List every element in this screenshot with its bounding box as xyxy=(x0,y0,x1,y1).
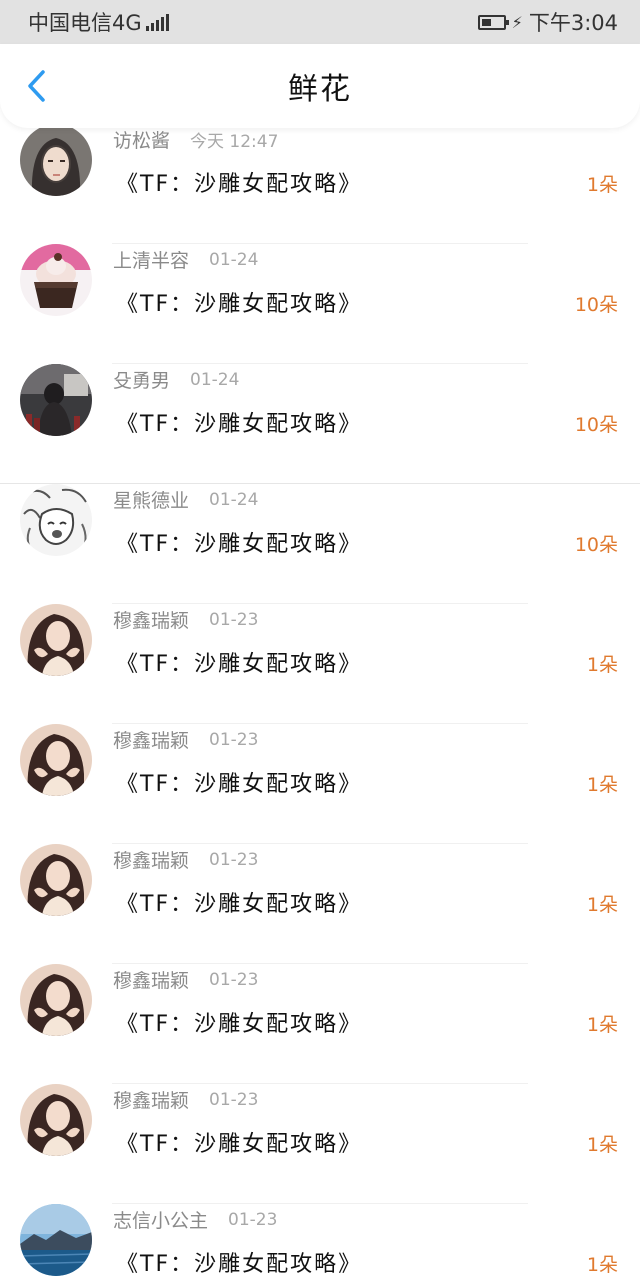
send-time: 01-24 xyxy=(209,249,259,270)
sender-info: 上清半容 01-24 xyxy=(113,246,258,273)
sender-name[interactable]: 星熊德业 xyxy=(113,486,189,513)
list-item[interactable]: 志信小公主 01-23 《TF：沙雕女配攻略》 1朵 xyxy=(0,1204,640,1280)
flower-count: 1朵 xyxy=(586,174,618,196)
book-title[interactable]: 《TF：沙雕女配攻略》 xyxy=(116,166,362,198)
avatar[interactable] xyxy=(20,724,92,796)
list-item[interactable]: 上清半容 01-24 《TF：沙雕女配攻略》 10朵 xyxy=(0,244,640,364)
sender-info: 穆鑫瑞颖 01-23 xyxy=(113,1086,258,1113)
list-item[interactable]: 穆鑫瑞颖 01-23 《TF：沙雕女配攻略》 1朵 xyxy=(0,724,640,844)
sender-name[interactable]: 访松酱 xyxy=(113,126,170,153)
send-time: 今天 12:47 xyxy=(190,132,279,152)
sender-name[interactable]: 穆鑫瑞颖 xyxy=(113,1086,189,1113)
send-time: 01-23 xyxy=(209,849,259,870)
book-title[interactable]: 《TF：沙雕女配攻略》 xyxy=(116,1246,362,1278)
avatar[interactable] xyxy=(20,844,92,916)
book-title[interactable]: 《TF：沙雕女配攻略》 xyxy=(116,766,362,798)
book-title[interactable]: 《TF：沙雕女配攻略》 xyxy=(116,646,362,678)
book-title[interactable]: 《TF：沙雕女配攻略》 xyxy=(116,886,362,918)
carrier-info: 中国电信4G xyxy=(28,7,169,37)
carrier-label: 中国电信4G xyxy=(28,11,142,35)
list-item[interactable]: 穆鑫瑞颖 01-23 《TF：沙雕女配攻略》 1朵 xyxy=(0,1084,640,1204)
avatar[interactable] xyxy=(20,1084,92,1156)
sender-info: 星熊德业 01-24 xyxy=(113,486,258,513)
nav-bar: 鲜花 xyxy=(0,44,640,128)
sender-info: 访松酱 今天 12:47 xyxy=(113,126,278,153)
list-item[interactable]: 穆鑫瑞颖 01-23 《TF：沙雕女配攻略》 1朵 xyxy=(0,844,640,964)
status-time: 下午3:04 xyxy=(528,11,618,35)
book-title[interactable]: 《TF：沙雕女配攻略》 xyxy=(116,1126,362,1158)
book-title[interactable]: 《TF：沙雕女配攻略》 xyxy=(116,526,362,558)
avatar[interactable] xyxy=(20,124,92,196)
flower-count: 1朵 xyxy=(586,894,618,916)
send-time: 01-24 xyxy=(190,369,240,390)
book-title[interactable]: 《TF：沙雕女配攻略》 xyxy=(116,406,362,438)
avatar[interactable] xyxy=(20,964,92,1036)
avatar[interactable] xyxy=(20,244,92,316)
sender-name[interactable]: 殳勇男 xyxy=(113,366,170,393)
sender-name[interactable]: 上清半容 xyxy=(113,246,189,273)
send-time: 01-23 xyxy=(228,1209,278,1230)
battery-icon xyxy=(477,14,509,30)
sender-name[interactable]: 穆鑫瑞颖 xyxy=(113,966,189,993)
flower-gift-list[interactable]: 访松酱 今天 12:47 《TF：沙雕女配攻略》 1朵 上清半容 01-24 《… xyxy=(0,108,640,1280)
sender-name[interactable]: 穆鑫瑞颖 xyxy=(113,846,189,873)
flower-count: 10朵 xyxy=(574,414,618,436)
status-bar: 中国电信4G ⚡ 下午3:04 xyxy=(0,0,640,44)
avatar[interactable] xyxy=(20,604,92,676)
flower-count: 10朵 xyxy=(574,294,618,316)
list-item[interactable]: 星熊德业 01-24 《TF：沙雕女配攻略》 10朵 xyxy=(0,484,640,604)
flower-count: 1朵 xyxy=(586,774,618,796)
flower-count: 10朵 xyxy=(574,534,618,556)
sender-name[interactable]: 穆鑫瑞颖 xyxy=(113,606,189,633)
sender-info: 穆鑫瑞颖 01-23 xyxy=(113,606,258,633)
list-item[interactable]: 访松酱 今天 12:47 《TF：沙雕女配攻略》 1朵 xyxy=(0,124,640,244)
book-title[interactable]: 《TF：沙雕女配攻略》 xyxy=(116,1006,362,1038)
avatar[interactable] xyxy=(20,364,92,436)
sender-info: 穆鑫瑞颖 01-23 xyxy=(113,726,258,753)
sender-info: 殳勇男 01-24 xyxy=(113,366,239,393)
flower-count: 1朵 xyxy=(586,1134,618,1156)
send-time: 01-23 xyxy=(209,969,259,990)
avatar[interactable] xyxy=(20,484,92,556)
sender-info: 穆鑫瑞颖 01-23 xyxy=(113,846,258,873)
page-title: 鲜花 xyxy=(288,72,352,107)
charging-icon: ⚡ xyxy=(511,12,523,32)
send-time: 01-24 xyxy=(209,489,259,510)
sender-name[interactable]: 志信小公主 xyxy=(113,1206,208,1233)
send-time: 01-23 xyxy=(209,609,259,630)
list-item[interactable]: 穆鑫瑞颖 01-23 《TF：沙雕女配攻略》 1朵 xyxy=(0,964,640,1084)
flower-count: 1朵 xyxy=(586,1014,618,1036)
list-item[interactable]: 穆鑫瑞颖 01-23 《TF：沙雕女配攻略》 1朵 xyxy=(0,604,640,724)
flower-count: 1朵 xyxy=(586,654,618,676)
sender-info: 穆鑫瑞颖 01-23 xyxy=(113,966,258,993)
send-time: 01-23 xyxy=(209,729,259,750)
book-title[interactable]: 《TF：沙雕女配攻略》 xyxy=(116,286,362,318)
list-item[interactable]: 殳勇男 01-24 《TF：沙雕女配攻略》 10朵 xyxy=(0,364,640,484)
flower-count: 1朵 xyxy=(586,1254,618,1276)
send-time: 01-23 xyxy=(209,1089,259,1110)
status-right: ⚡ 下午3:04 xyxy=(477,7,618,37)
sender-info: 志信小公主 01-23 xyxy=(113,1206,277,1233)
sender-name[interactable]: 穆鑫瑞颖 xyxy=(113,726,189,753)
avatar[interactable] xyxy=(20,1204,92,1276)
signal-icon xyxy=(145,13,169,31)
